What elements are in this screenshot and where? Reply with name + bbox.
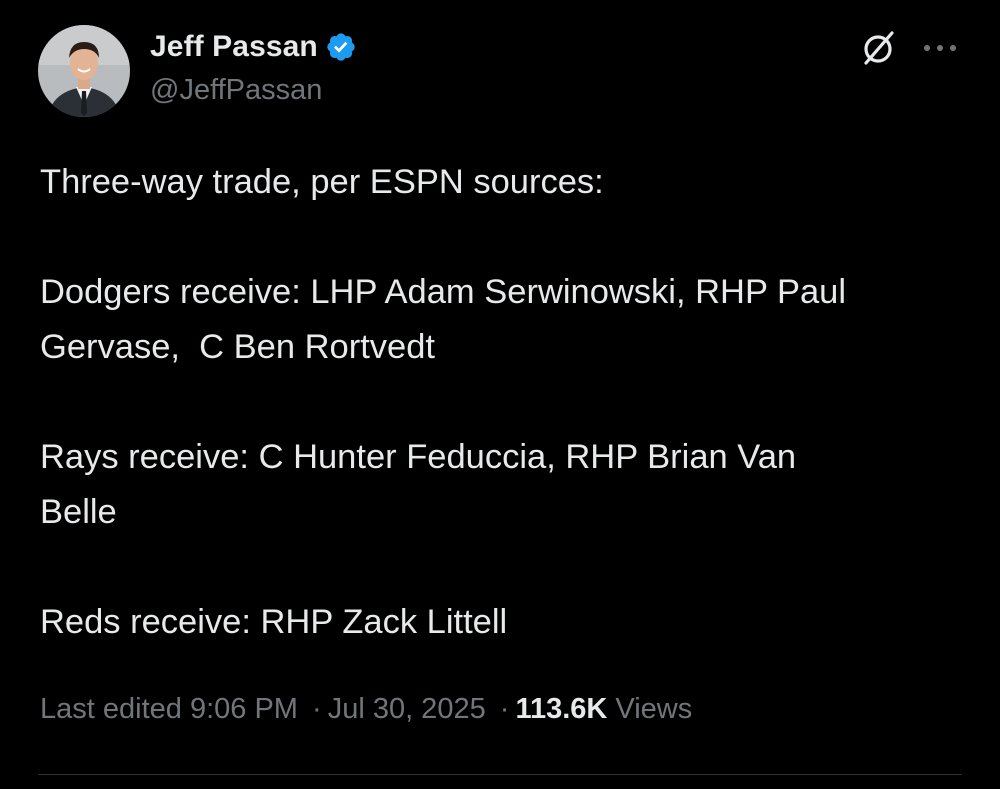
tweet-metadata: Last edited 9:06 PM · Jul 30, 2025 · 113.6… (40, 693, 692, 726)
views-label: Views (615, 693, 693, 725)
avatar[interactable] (38, 25, 130, 117)
views-count[interactable]: 113.6K (515, 693, 607, 725)
meta-separator: · (312, 693, 322, 725)
edited-label[interactable]: Last edited (40, 693, 182, 725)
author-name-row: Jeff Passan (150, 26, 357, 68)
grok-icon[interactable] (858, 27, 900, 69)
more-options-icon[interactable] (918, 34, 962, 62)
meta-separator: · (499, 693, 510, 725)
tweet-card: Jeff Passan @JeffPassan Three-way trade,… (0, 0, 1000, 789)
verified-badge-icon[interactable] (325, 31, 357, 63)
divider (38, 774, 962, 775)
author-display-name[interactable]: Jeff Passan (150, 30, 318, 64)
avatar-image (38, 25, 130, 117)
tweet-time[interactable]: 9:06 PM (190, 693, 298, 725)
tweet-text-line: Belle (40, 493, 117, 531)
tweet-text-line: Reds receive: RHP Zack Littell (40, 603, 508, 641)
tweet-text: Three-way trade, per ESPN sources: Dodge… (40, 155, 970, 650)
tweet-date[interactable]: Jul 30, 2025 (328, 693, 486, 725)
tweet-text-line: Rays receive: C Hunter Feduccia, RHP Bri… (40, 438, 797, 476)
author-handle[interactable]: @JeffPassan (150, 74, 322, 107)
tweet-text-line: Dodgers receive: LHP Adam Serwinowski, R… (40, 273, 846, 311)
tweet-text-line: Gervase, C Ben Rortvedt (40, 328, 435, 366)
tweet-text-line: Three-way trade, per ESPN sources: (40, 163, 604, 201)
